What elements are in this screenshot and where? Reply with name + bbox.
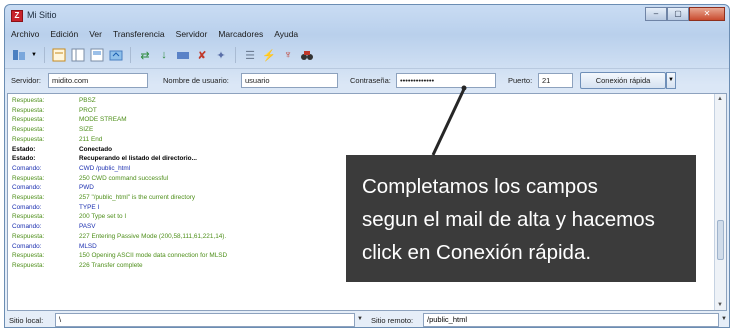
callout-line-3: click en Conexión rápida. — [362, 241, 592, 264]
callout-line-1: Completamos los campos — [362, 175, 598, 198]
callout-line-2: segun el mail de alta y hacemos — [362, 208, 655, 231]
callout-box: Completamos los campos segun el mail de … — [346, 155, 696, 282]
